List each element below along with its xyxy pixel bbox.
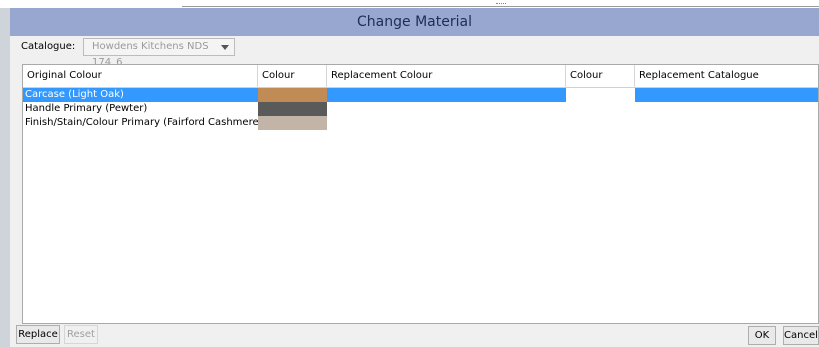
material-table: Original Colour Colour Replacement Colou…	[22, 64, 819, 324]
catalogue-label: Catalogue:	[21, 41, 76, 52]
header-colour[interactable]: Colour	[258, 65, 327, 88]
replacement-colour-cell[interactable]	[327, 88, 566, 102]
colour-swatch	[258, 88, 327, 102]
ok-button[interactable]: OK	[748, 326, 776, 345]
header-replacement-catalogue[interactable]: Replacement Catalogue	[635, 65, 818, 88]
replace-button[interactable]: Replace	[16, 325, 60, 344]
background-strip	[0, 0, 819, 8]
background-panel	[0, 8, 10, 347]
change-material-dialog: Change Material Catalogue: Howdens Kitch…	[10, 8, 819, 347]
original-colour-cell: Finish/Stain/Colour Primary (Fairford Ca…	[25, 117, 258, 128]
catalogue-dropdown[interactable]: Howdens Kitchens NDS 174_6	[83, 38, 235, 68]
dialog-title: Change Material	[10, 8, 819, 36]
replacement-catalogue-cell[interactable]	[635, 88, 818, 102]
header-original-colour[interactable]: Original Colour	[23, 65, 258, 88]
colour-swatch	[258, 102, 327, 116]
reset-button[interactable]: Reset	[64, 325, 98, 344]
header-replacement-colour[interactable]: Replacement Colour	[327, 65, 566, 88]
table-row[interactable]: Carcase (Light Oak)	[23, 88, 818, 102]
table-header: Original Colour Colour Replacement Colou…	[23, 65, 818, 88]
original-colour-cell: Handle Primary (Pewter)	[25, 103, 148, 114]
chevron-down-icon	[221, 45, 229, 50]
table-row[interactable]: Finish/Stain/Colour Primary (Fairford Ca…	[23, 116, 818, 130]
colour-swatch	[258, 116, 327, 130]
header-replacement-swatch-colour[interactable]: Colour	[566, 65, 635, 88]
original-colour-cell: Carcase (Light Oak)	[23, 88, 258, 102]
table-row[interactable]: Handle Primary (Pewter)	[23, 102, 818, 116]
cancel-button[interactable]: Cancel	[783, 326, 819, 345]
